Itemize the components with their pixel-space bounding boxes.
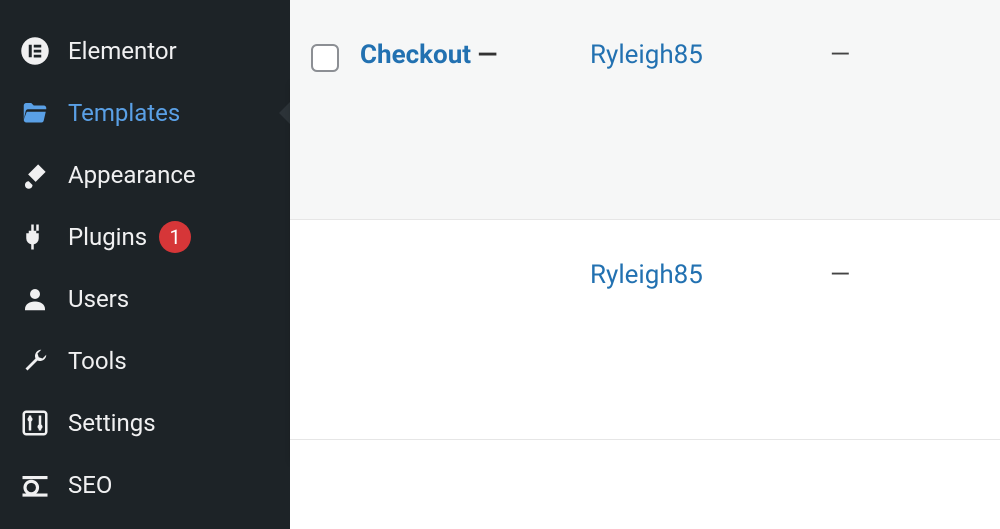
menu-item-seo[interactable]: SEO bbox=[0, 454, 290, 516]
menu-label-appearance: Appearance bbox=[68, 161, 196, 189]
menu-item-tools[interactable]: Tools bbox=[0, 330, 290, 392]
title-suffix: — bbox=[471, 40, 497, 70]
table-row: Ryleigh85 — bbox=[290, 220, 1000, 440]
folder-open-icon bbox=[18, 96, 52, 130]
paintbrush-icon bbox=[18, 158, 52, 192]
menu-label-elementor: Elementor bbox=[68, 37, 177, 65]
menu-item-plugins[interactable]: Plugins 1 bbox=[0, 206, 290, 268]
menu-item-elementor[interactable]: Elementor bbox=[0, 20, 290, 82]
row-select-checkbox[interactable] bbox=[311, 44, 339, 72]
menu-label-settings: Settings bbox=[68, 409, 156, 437]
content-area: Checkout — Ryleigh85 — Ryleigh85 — bbox=[290, 0, 1000, 529]
admin-sidebar: Elementor Templates Appearance Plugins 1… bbox=[0, 0, 290, 529]
extra-cell: — bbox=[830, 40, 950, 70]
menu-label-plugins: Plugins bbox=[68, 223, 147, 251]
author-link[interactable]: Ryleigh85 bbox=[590, 40, 703, 70]
plugins-update-badge: 1 bbox=[159, 221, 191, 253]
author-link[interactable]: Ryleigh85 bbox=[590, 260, 703, 290]
template-title-link[interactable]: Checkout bbox=[360, 40, 471, 70]
menu-label-seo: SEO bbox=[68, 471, 112, 499]
wrench-icon bbox=[18, 344, 52, 378]
menu-label-users: Users bbox=[68, 285, 129, 313]
extra-cell: — bbox=[830, 260, 950, 290]
menu-item-appearance[interactable]: Appearance bbox=[0, 144, 290, 206]
user-icon bbox=[18, 282, 52, 316]
menu-item-templates[interactable]: Templates bbox=[0, 82, 290, 144]
menu-item-users[interactable]: Users bbox=[0, 268, 290, 330]
table-row: Checkout — Ryleigh85 — bbox=[290, 0, 1000, 220]
sliders-icon bbox=[18, 406, 52, 440]
menu-item-settings[interactable]: Settings bbox=[0, 392, 290, 454]
seo-icon bbox=[18, 468, 52, 502]
menu-label-templates: Templates bbox=[68, 99, 180, 127]
plug-icon bbox=[18, 220, 52, 254]
elementor-icon bbox=[18, 34, 52, 68]
menu-label-tools: Tools bbox=[68, 347, 127, 375]
